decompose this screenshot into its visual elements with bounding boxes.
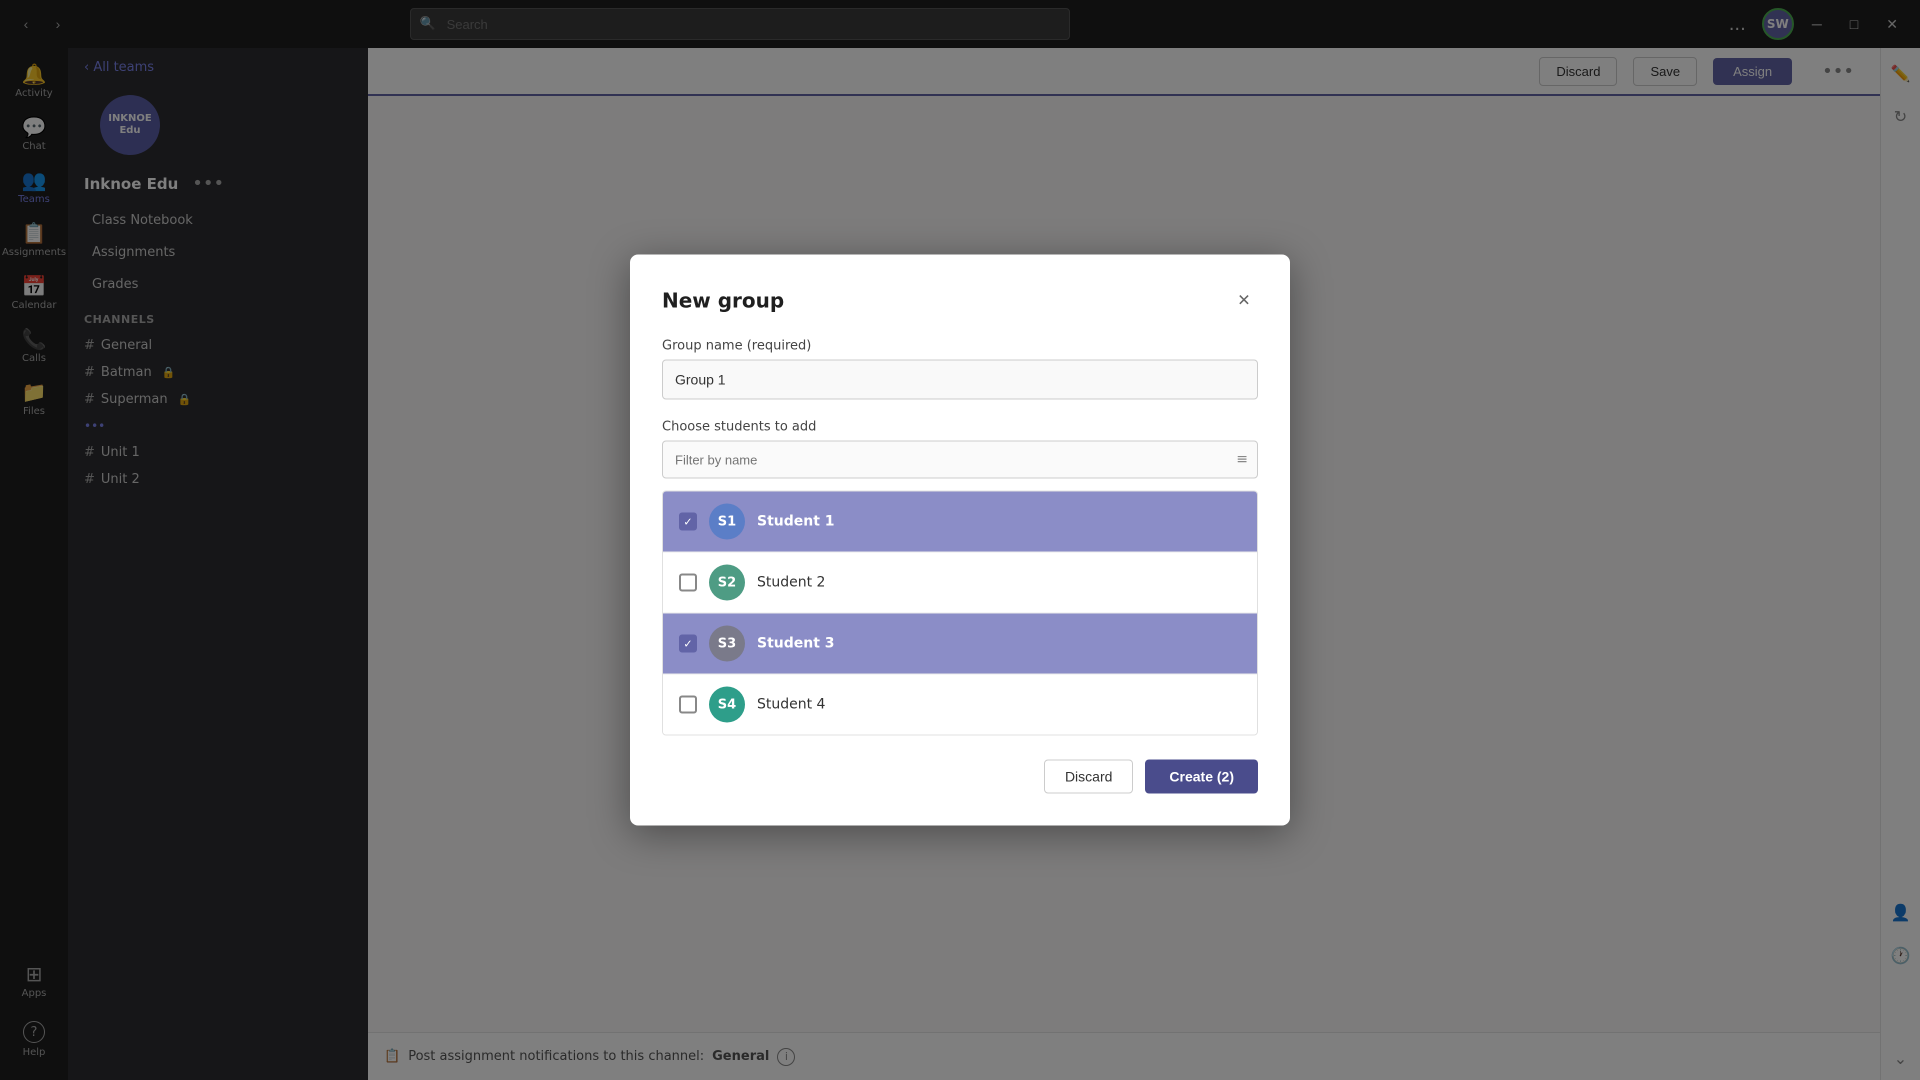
student-1-avatar: S1 <box>709 504 745 540</box>
dialog-header: New group ✕ <box>662 287 1258 315</box>
student-4-avatar: S4 <box>709 687 745 723</box>
student-2-name: Student 2 <box>757 575 825 591</box>
filter-row: ≡ <box>662 441 1258 479</box>
dialog-title: New group <box>662 289 784 313</box>
student-2-avatar: S2 <box>709 565 745 601</box>
dialog-footer: Discard Create (2) <box>662 760 1258 794</box>
student-4-checkbox[interactable] <box>679 696 697 714</box>
student-list: S1 Student 1 S2 Student 2 S3 Student 3 S… <box>662 491 1258 736</box>
student-1-checkbox[interactable] <box>679 513 697 531</box>
student-row-3[interactable]: S3 Student 3 <box>663 614 1257 675</box>
choose-students-label: Choose students to add <box>662 420 1258 435</box>
dialog-create-button[interactable]: Create (2) <box>1145 760 1258 794</box>
dialog-close-button[interactable]: ✕ <box>1230 287 1258 315</box>
student-row-4[interactable]: S4 Student 4 <box>663 675 1257 735</box>
group-name-label: Group name (required) <box>662 339 1258 354</box>
student-row-2[interactable]: S2 Student 2 <box>663 553 1257 614</box>
dialog-discard-button[interactable]: Discard <box>1044 760 1133 794</box>
student-3-avatar: S3 <box>709 626 745 662</box>
student-1-name: Student 1 <box>757 514 835 530</box>
student-4-name: Student 4 <box>757 697 825 713</box>
student-3-name: Student 3 <box>757 636 835 652</box>
student-3-checkbox[interactable] <box>679 635 697 653</box>
filter-icon: ≡ <box>1236 452 1248 468</box>
group-name-input[interactable] <box>662 360 1258 400</box>
filter-input[interactable] <box>662 441 1258 479</box>
student-row-1[interactable]: S1 Student 1 <box>663 492 1257 553</box>
student-2-checkbox[interactable] <box>679 574 697 592</box>
new-group-dialog: New group ✕ Group name (required) Choose… <box>630 255 1290 826</box>
